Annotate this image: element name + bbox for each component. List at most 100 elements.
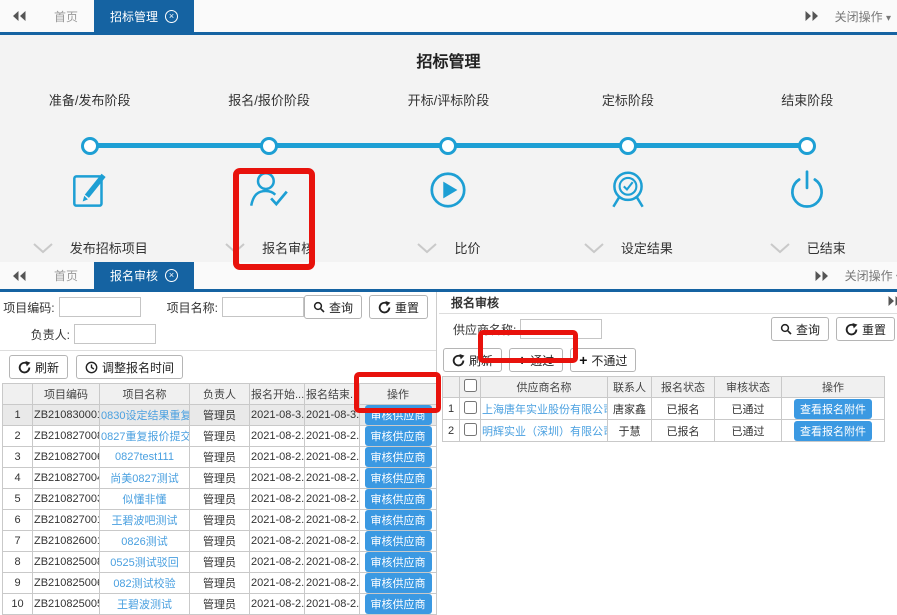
set-result-button[interactable] bbox=[538, 165, 717, 215]
pass-button[interactable]: + 通过 bbox=[509, 348, 563, 372]
tab-home-inner[interactable]: 首页 bbox=[38, 262, 94, 289]
edit-icon bbox=[67, 167, 113, 213]
fail-button-label: 不通过 bbox=[591, 352, 627, 369]
audit-supplier-button[interactable]: 审核供应商 bbox=[365, 531, 432, 551]
action-finished[interactable]: 已结束 bbox=[807, 238, 846, 257]
tab-home-inner-label: 首页 bbox=[54, 267, 78, 284]
refresh-button[interactable]: 刷新 bbox=[9, 355, 68, 379]
search-button[interactable]: 查询 bbox=[304, 295, 362, 319]
registration-audit-button[interactable] bbox=[179, 165, 358, 215]
audit-supplier-button[interactable]: 审核供应商 bbox=[365, 468, 432, 488]
project-name-input[interactable] bbox=[222, 297, 304, 317]
compare-price-button[interactable] bbox=[359, 165, 538, 215]
project-link[interactable]: 0827test111 bbox=[115, 451, 174, 463]
double-chevron-right-icon[interactable] bbox=[887, 295, 897, 307]
supplier-link[interactable]: 明辉实业（深圳）有限公司 bbox=[482, 426, 608, 438]
tab-close-icon[interactable]: × bbox=[165, 269, 178, 282]
audit-supplier-button[interactable]: 审核供应商 bbox=[365, 594, 432, 614]
view-attachment-button[interactable]: 查看报名附件 bbox=[794, 421, 872, 441]
project-link[interactable]: 0525测试驳回 bbox=[110, 557, 178, 569]
audit-supplier-button[interactable]: 审核供应商 bbox=[365, 447, 432, 467]
tab-bid-management[interactable]: 招标管理 × bbox=[94, 0, 194, 32]
double-chevron-right-icon[interactable] bbox=[814, 270, 829, 282]
table-row[interactable]: 4 ZB210827004 尚美0827测试 管理员 2021-08-2... … bbox=[3, 468, 437, 489]
table-row[interactable]: 10 ZB210825005 王碧波测试 管理员 2021-08-2... 20… bbox=[3, 594, 437, 615]
col-owner: 负责人 bbox=[190, 384, 250, 405]
tab-home[interactable]: 首页 bbox=[38, 0, 94, 32]
stage-dot bbox=[260, 137, 278, 155]
close-operations-dropdown[interactable]: 关闭操作 ▾ bbox=[835, 8, 891, 25]
stage-action-row: 发布招标项目 报名审核 比价 设定结果 已结束 bbox=[0, 238, 897, 257]
table-row[interactable]: 5 ZB210827003 似懂非懂 管理员 2021-08-2... 2021… bbox=[3, 489, 437, 510]
table-row[interactable]: 1 ZB210830001 0830设定结果重复... 管理员 2021-08-… bbox=[3, 405, 437, 426]
project-link[interactable]: 0826测试 bbox=[121, 536, 167, 548]
plus-icon: + bbox=[518, 353, 526, 367]
project-link[interactable]: 0827重复报价提交... bbox=[101, 431, 190, 443]
row-checkbox[interactable] bbox=[464, 401, 477, 414]
project-code-label: 项目编码: bbox=[0, 299, 55, 316]
stage-dot bbox=[439, 137, 457, 155]
stage-dot bbox=[798, 137, 816, 155]
top-bar-right: 关闭操作 ▾ bbox=[804, 0, 897, 32]
audit-supplier-button[interactable]: 审核供应商 bbox=[365, 426, 432, 446]
col-contact: 联系人 bbox=[608, 377, 652, 398]
project-code-input[interactable] bbox=[59, 297, 141, 317]
close-operations-dropdown[interactable]: 关闭操作 ▾ bbox=[845, 267, 897, 284]
project-link[interactable]: 似懂非懂 bbox=[123, 494, 167, 506]
action-publish-project[interactable]: 发布招标项目 bbox=[70, 238, 148, 257]
supplier-link[interactable]: 上海唐年实业股份有限公司 bbox=[482, 404, 608, 416]
select-all-checkbox[interactable] bbox=[464, 379, 477, 392]
collapse-left-icon[interactable] bbox=[0, 0, 38, 32]
inner-bar-right: 关闭操作 ▾ bbox=[814, 262, 897, 289]
owner-input[interactable] bbox=[74, 324, 156, 344]
table-row[interactable]: 8 ZB210825008 0525测试驳回 管理员 2021-08-2... … bbox=[3, 552, 437, 573]
tab-registration-audit[interactable]: 报名审核 × bbox=[94, 262, 194, 289]
table-row[interactable]: 7 ZB210826001 0826测试 管理员 2021-08-2... 20… bbox=[3, 531, 437, 552]
row-checkbox[interactable] bbox=[464, 423, 477, 436]
supplier-name-input[interactable] bbox=[520, 319, 602, 339]
project-link[interactable]: 尚美0827测试 bbox=[110, 473, 178, 485]
refresh-button[interactable]: 刷新 bbox=[443, 348, 502, 372]
audit-supplier-button[interactable]: 审核供应商 bbox=[365, 489, 432, 509]
table-row[interactable]: 2 明辉实业（深圳）有限公司 于慧 已报名 已通过 查看报名附件 bbox=[443, 420, 885, 442]
project-link[interactable]: 082测试校验 bbox=[113, 578, 175, 590]
col-start: 报名开始... bbox=[250, 384, 305, 405]
reset-button[interactable]: 重置 bbox=[836, 317, 895, 341]
publish-project-button[interactable] bbox=[0, 165, 179, 215]
audit-supplier-button[interactable]: 审核供应商 bbox=[365, 510, 432, 530]
supplier-name-label: 供应商名称: bbox=[453, 321, 516, 338]
phase-end: 结束阶段 bbox=[781, 90, 833, 109]
reset-button[interactable]: 重置 bbox=[369, 295, 428, 319]
project-link[interactable]: 王碧波测试 bbox=[117, 599, 172, 611]
project-link[interactable]: 王碧波吧测试 bbox=[112, 515, 178, 527]
table-row[interactable]: 6 ZB210827001 王碧波吧测试 管理员 2021-08-2... 20… bbox=[3, 510, 437, 531]
table-row[interactable]: 9 ZB210825006 082测试校验 管理员 2021-08-2... 2… bbox=[3, 573, 437, 594]
select-all-checkbox-cell bbox=[460, 377, 481, 398]
page-title: 招标管理 bbox=[0, 35, 897, 72]
project-link[interactable]: 0830设定结果重复... bbox=[101, 410, 190, 422]
refresh-icon bbox=[18, 361, 31, 374]
tab-bid-management-label: 招标管理 bbox=[110, 8, 158, 25]
table-row[interactable]: 2 ZB210827008 0827重复报价提交... 管理员 2021-08-… bbox=[3, 426, 437, 447]
audit-supplier-button[interactable]: 审核供应商 bbox=[365, 552, 432, 572]
search-button[interactable]: 查询 bbox=[771, 317, 829, 341]
double-chevron-left-icon bbox=[12, 270, 27, 282]
fail-button[interactable]: + 不通过 bbox=[570, 348, 636, 372]
action-compare-price[interactable]: 比价 bbox=[454, 238, 480, 257]
double-chevron-right-icon[interactable] bbox=[804, 10, 819, 22]
action-set-result[interactable]: 设定结果 bbox=[621, 238, 673, 257]
chevron-down-icon bbox=[416, 242, 438, 254]
tab-close-icon[interactable]: × bbox=[165, 10, 178, 23]
audit-supplier-button[interactable]: 审核供应商 bbox=[365, 573, 432, 593]
table-row[interactable]: 1 上海唐年实业股份有限公司 唐家鑫 已报名 已通过 查看报名附件 bbox=[443, 398, 885, 420]
close-operations-label: 关闭操作 bbox=[835, 10, 883, 24]
collapse-left-icon[interactable] bbox=[0, 262, 38, 289]
audit-supplier-button[interactable]: 审核供应商 bbox=[365, 405, 432, 425]
target-check-icon bbox=[605, 167, 651, 213]
view-attachment-button[interactable]: 查看报名附件 bbox=[794, 399, 872, 419]
finished-button[interactable] bbox=[718, 165, 897, 215]
adjust-registration-time-button[interactable]: 调整报名时间 bbox=[76, 355, 183, 379]
plus-icon: + bbox=[579, 353, 587, 367]
action-registration-audit[interactable]: 报名审核 bbox=[262, 238, 314, 257]
table-row[interactable]: 3 ZB210827006 0827test111 管理员 2021-08-2.… bbox=[3, 447, 437, 468]
